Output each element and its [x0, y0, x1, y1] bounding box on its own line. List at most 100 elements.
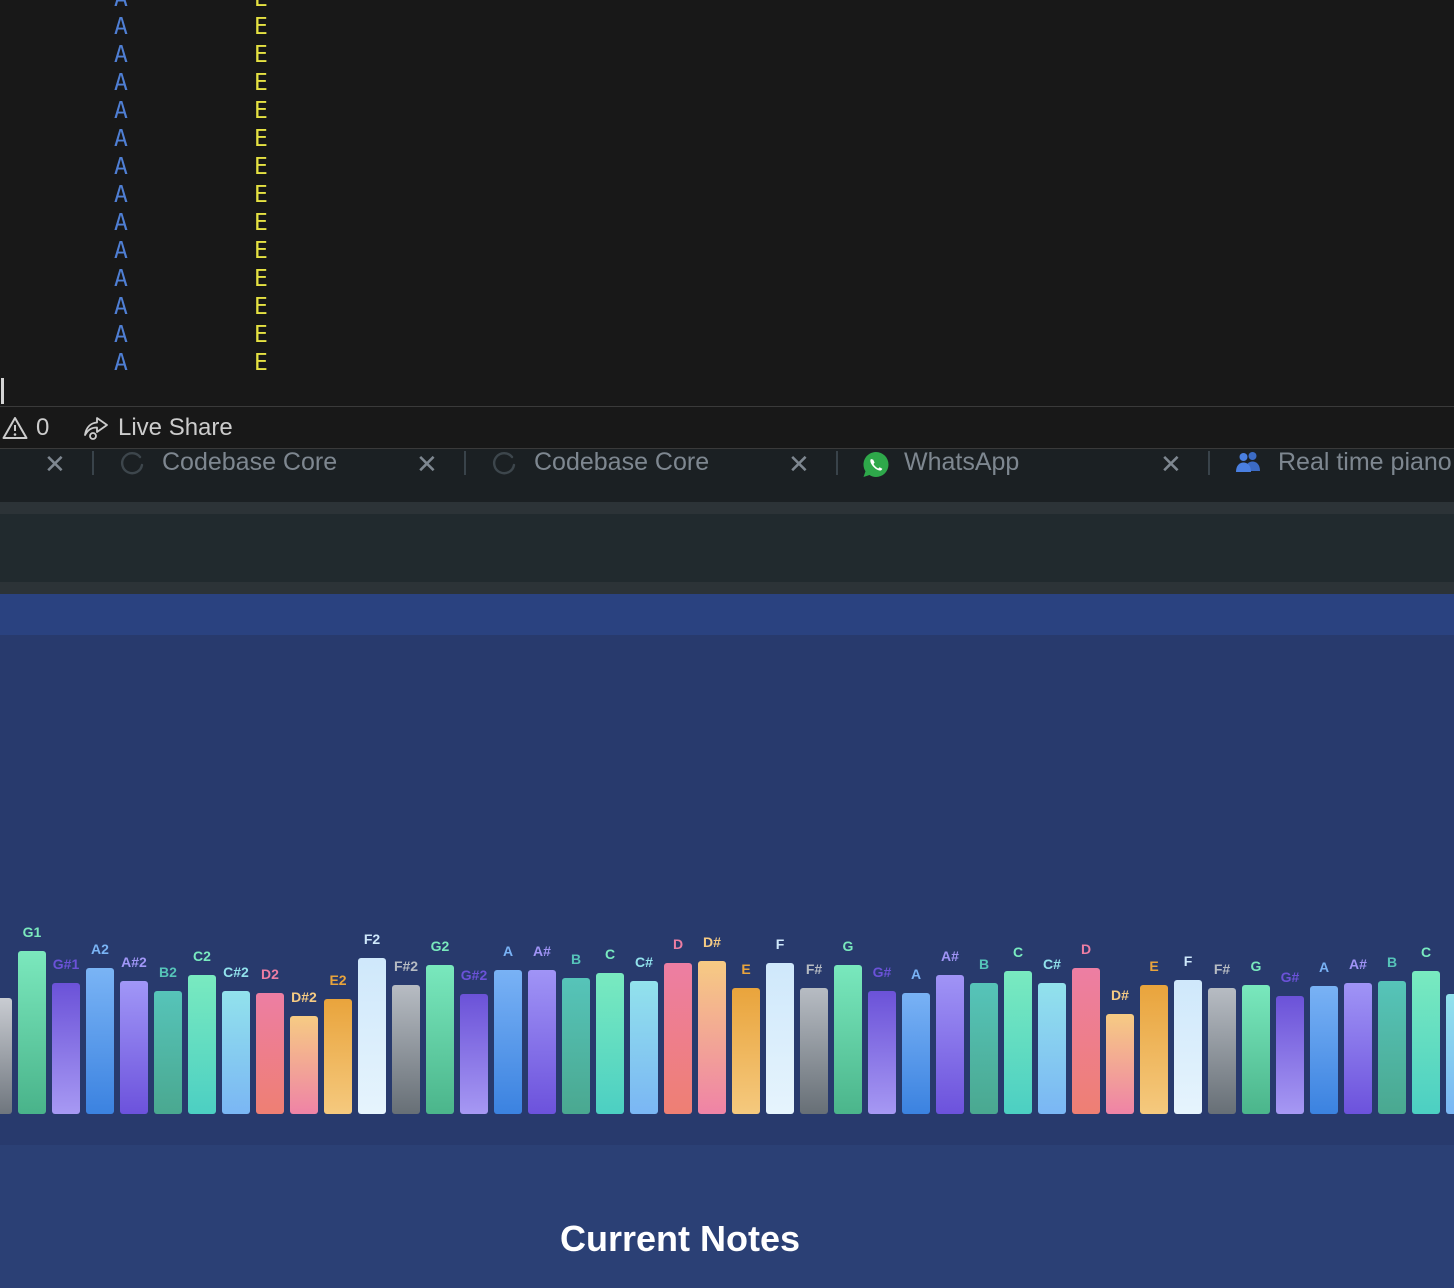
note-text: A	[114, 210, 128, 236]
tab-whatsapp[interactable]: WhatsApp	[860, 449, 1180, 502]
note-text: E	[254, 126, 268, 152]
note-text: E	[254, 182, 268, 208]
note-bar	[630, 981, 658, 1114]
note-bar-label: A#	[533, 943, 551, 959]
tab-codebase-core-2[interactable]: Codebase Core	[490, 449, 810, 502]
note-bar	[936, 975, 964, 1114]
note-bar-label: G2	[431, 938, 450, 954]
note-bar-label: B	[979, 956, 989, 972]
code-line: AE	[0, 209, 400, 237]
note-bar	[460, 994, 488, 1114]
note-bar-label: D	[673, 936, 683, 952]
note-bar	[1174, 980, 1202, 1114]
note-visualizer: G1 G#1 A2 A#2 B2 C2 C#2 D2 D#2 E2 F2 F#2 G2 G#2 A A# B C C…	[0, 635, 1454, 1145]
note-bar-label: D2	[261, 966, 279, 982]
note-bar	[1446, 994, 1454, 1114]
note-bar	[1072, 968, 1100, 1114]
note-bar	[86, 968, 114, 1114]
note-bar-label: C#2	[223, 964, 249, 980]
code-line: AE	[0, 0, 400, 13]
problems-status[interactable]: 0	[2, 407, 49, 449]
note-text: E	[254, 98, 268, 124]
toolbar-border	[0, 582, 1454, 594]
note-bar-label: C2	[193, 948, 211, 964]
note-text: A	[114, 70, 128, 96]
code-line: AE	[0, 293, 400, 321]
code-line: AE	[0, 265, 400, 293]
tab-codebase-core-1[interactable]: Codebase Core	[118, 449, 438, 502]
note-text: A	[114, 266, 128, 292]
note-bar-label: G#	[873, 964, 892, 980]
code-line: AE	[0, 349, 400, 377]
note-text: A	[114, 322, 128, 348]
note-bar	[1004, 971, 1032, 1114]
tab-title: Real time piano	[1278, 449, 1452, 476]
note-bar	[868, 991, 896, 1114]
note-bar-label: A2	[91, 941, 109, 957]
note-bar-label: D#	[703, 934, 721, 950]
note-bar-label: G	[1251, 958, 1262, 974]
tab-title: Codebase Core	[162, 449, 338, 476]
note-bar-label: C	[1421, 944, 1431, 960]
text-cursor	[1, 378, 4, 404]
note-text: A	[114, 294, 128, 320]
note-bar	[1344, 983, 1372, 1114]
note-bar	[834, 965, 862, 1114]
current-notes-title: Current Notes	[559, 1218, 801, 1259]
note-bar	[528, 970, 556, 1114]
note-text: E	[254, 238, 268, 264]
note-bar-label: E	[741, 961, 750, 977]
note-bar-label: C#	[635, 954, 653, 970]
live-share-button[interactable]: Live Share	[82, 407, 233, 449]
browser-toolbar	[0, 514, 1454, 582]
note-bar	[1140, 985, 1168, 1114]
note-bar-label: C	[1013, 944, 1023, 960]
note-bar	[0, 998, 12, 1114]
note-bar	[18, 951, 46, 1114]
tab-close-icon[interactable]: ✕	[1160, 449, 1182, 480]
note-text: A	[114, 350, 128, 376]
note-bar	[256, 993, 284, 1114]
tab-real-time-piano[interactable]: Real time piano	[1234, 449, 1454, 502]
tab-close-icon[interactable]: ✕	[44, 449, 66, 480]
code-editor[interactable]: AEAEAEAEAEAEAEAEAEAEAEAEAEAE	[0, 0, 1454, 406]
live-share-icon	[82, 414, 110, 442]
note-bar-label: D#	[1111, 987, 1129, 1003]
note-bar	[1242, 985, 1270, 1114]
note-bar-label: F	[1184, 953, 1193, 969]
note-bar-label: F	[776, 936, 785, 952]
note-bar	[52, 983, 80, 1114]
note-bar-label: F#	[1214, 961, 1231, 977]
browser-tab-bar: ✕ Codebase Core ✕ Codebase Core ✕ WhatsA…	[0, 449, 1454, 502]
live-share-label: Live Share	[118, 414, 233, 441]
note-text: A	[114, 42, 128, 68]
note-bar-label: G	[843, 938, 854, 954]
note-bar	[1106, 1014, 1134, 1114]
note-bar	[1378, 981, 1406, 1114]
note-bar	[222, 991, 250, 1114]
note-bar-label: G1	[23, 924, 42, 940]
note-text: A	[114, 238, 128, 264]
note-bars: G1 G#1 A2 A#2 B2 C2 C#2 D2 D#2 E2 F2 F#2 G2 G#2 A A# B C C…	[0, 924, 1454, 1114]
loading-spinner-icon	[118, 449, 146, 476]
note-text: E	[254, 154, 268, 180]
note-bar-label: B	[1387, 954, 1397, 970]
note-text: E	[254, 42, 268, 68]
note-bar	[188, 975, 216, 1114]
status-bar: 0 Live Share	[0, 406, 1454, 449]
note-bar	[290, 1016, 318, 1114]
note-bar-label: F#2	[394, 958, 418, 974]
note-bar	[392, 985, 420, 1114]
note-bar	[494, 970, 522, 1114]
tab-close-icon[interactable]: ✕	[416, 449, 438, 480]
note-bar	[120, 981, 148, 1114]
note-text: A	[114, 182, 128, 208]
note-bar	[596, 973, 624, 1114]
note-text: E	[254, 14, 268, 40]
note-bar	[1310, 986, 1338, 1114]
note-bar	[426, 965, 454, 1114]
note-bar	[698, 961, 726, 1114]
tab-close-icon[interactable]: ✕	[788, 449, 810, 480]
note-bar	[358, 958, 386, 1114]
tab-separator	[464, 451, 466, 475]
